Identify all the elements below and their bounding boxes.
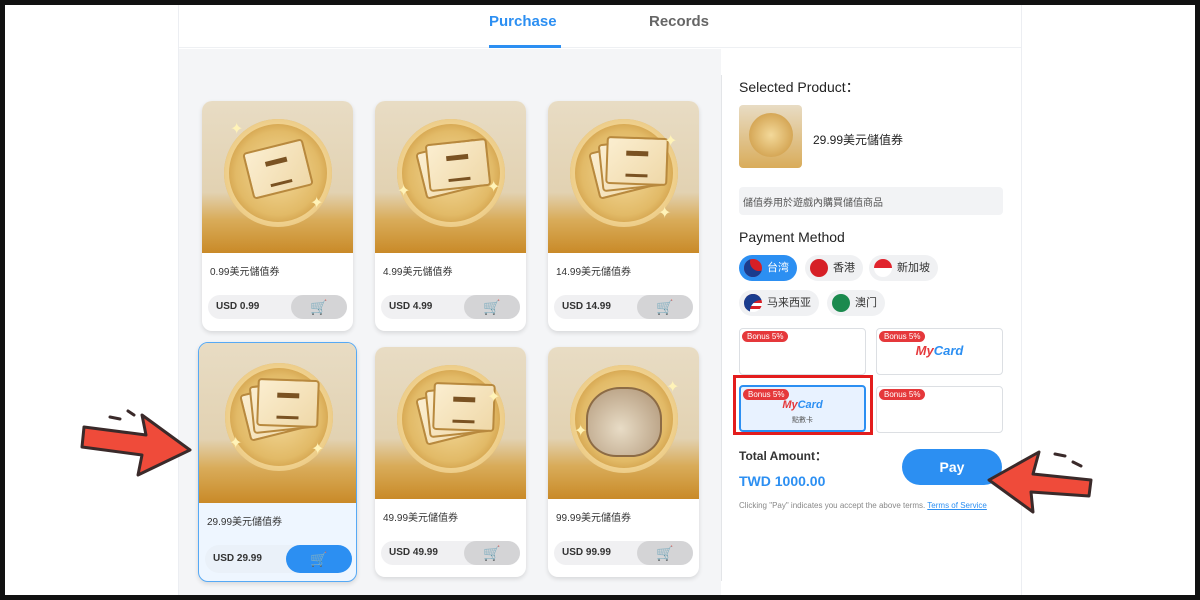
cart-plus-icon[interactable]: 🛒 <box>464 295 520 319</box>
region-label: 新加坡 <box>897 262 930 274</box>
bonus-badge: Bonus 5% <box>879 389 926 400</box>
payment-option[interactable]: Bonus 5% <box>739 328 866 375</box>
product-price: USD 99.99 <box>562 547 611 558</box>
region-label: 马来西亚 <box>767 297 811 309</box>
store-panel: Purchase Records ✦ ✦ 0.99美元儲值券 USD 0.99 🛒… <box>178 5 1022 597</box>
selected-product-title: Selected Product： <box>739 79 860 95</box>
selected-product-description: 儲值券用於遊戲內購買儲值商品 <box>739 187 1003 215</box>
price-bar: USD 99.99 🛒 <box>554 541 693 565</box>
payment-option-mycard[interactable]: Bonus 5% MyCard <box>876 328 1003 375</box>
price-bar: USD 29.99 🛒 <box>205 545 352 573</box>
active-tab-indicator <box>489 45 561 48</box>
product-grid: ✦ ✦ 0.99美元儲值券 USD 0.99 🛒 ✦ ✦ 4.99美元儲值券 USD… <box>179 49 721 597</box>
product-image: ✦ ✦ <box>202 101 353 253</box>
product-card[interactable]: ✦ ✦ 0.99美元儲值券 USD 0.99 🛒 <box>202 101 353 331</box>
cart-plus-icon[interactable]: 🛒 <box>286 545 352 573</box>
price-bar: USD 14.99 🛒 <box>554 295 693 319</box>
product-name: 0.99美元儲值券 <box>210 267 280 278</box>
price-bar: USD 49.99 🛒 <box>381 541 520 565</box>
taiwan-flag-icon <box>744 259 762 277</box>
price-bar: USD 4.99 🛒 <box>381 295 520 319</box>
product-name: 4.99美元儲值券 <box>383 267 453 278</box>
product-image: ✦ ✦ <box>375 101 526 253</box>
product-name: 29.99美元儲值券 <box>207 517 283 528</box>
bonus-badge: Bonus 5% <box>879 331 926 342</box>
macau-flag-icon <box>832 294 850 312</box>
cart-plus-icon[interactable]: 🛒 <box>291 295 347 319</box>
tab-bar: Purchase Records <box>179 5 1021 48</box>
product-card[interactable]: ✦ ✦ 99.99美元儲值券 USD 99.99 🛒 <box>548 347 699 577</box>
product-image: ✦ <box>375 347 526 499</box>
product-price: USD 0.99 <box>216 301 260 312</box>
singapore-flag-icon <box>874 259 892 277</box>
region-label: 澳门 <box>855 297 877 309</box>
selected-product-thumbnail <box>739 105 802 168</box>
terms-text: Clicking "Pay" indicates you accept the … <box>739 501 926 510</box>
product-image: ✦ ✦ <box>199 343 356 503</box>
product-card[interactable]: ✦ ✦ 14.99美元儲值券 USD 14.99 🛒 <box>548 101 699 331</box>
selected-product-name: 29.99美元儲值券 <box>813 133 904 147</box>
region-malaysia[interactable]: 马来西亚 <box>739 290 819 316</box>
product-name: 49.99美元儲值券 <box>383 513 459 524</box>
bonus-badge: Bonus 5% <box>742 331 789 342</box>
mycard-logo: MyCard <box>915 343 964 358</box>
product-price: USD 29.99 <box>213 553 262 564</box>
payment-option[interactable]: Bonus 5% <box>876 386 1003 433</box>
product-price: USD 14.99 <box>562 301 611 312</box>
hongkong-flag-icon <box>810 259 828 277</box>
total-amount-label: Total Amount： <box>739 449 827 463</box>
panel-divider <box>721 75 722 581</box>
product-name: 14.99美元儲值券 <box>556 267 632 278</box>
cart-plus-icon[interactable]: 🛒 <box>637 541 693 565</box>
product-card[interactable]: ✦ ✦ 4.99美元儲值券 USD 4.99 🛒 <box>375 101 526 331</box>
payment-option-mycard-points[interactable]: Bonus 5% MyCard 點數卡 <box>739 385 866 432</box>
region-hongkong[interactable]: 香港 <box>805 255 863 281</box>
product-card-selected[interactable]: ✦ ✦ 29.99美元儲值券 USD 29.99 🛒 <box>198 342 357 582</box>
product-price: USD 4.99 <box>389 301 433 312</box>
product-image: ✦ ✦ <box>548 101 699 253</box>
malaysia-flag-icon <box>744 294 762 312</box>
product-name: 99.99美元儲值券 <box>556 513 632 524</box>
pointer-arrow-icon <box>987 450 1093 514</box>
mycard-logo: MyCard <box>782 399 823 411</box>
cart-plus-icon[interactable]: 🛒 <box>637 295 693 319</box>
product-image: ✦ ✦ <box>548 347 699 499</box>
terms-of-service-link[interactable]: Terms of Service <box>927 501 987 510</box>
product-card[interactable]: ✦ 49.99美元儲值券 USD 49.99 🛒 <box>375 347 526 577</box>
price-bar: USD 0.99 🛒 <box>208 295 347 319</box>
cart-plus-icon[interactable]: 🛒 <box>464 541 520 565</box>
region-label: 香港 <box>833 262 855 274</box>
product-price: USD 49.99 <box>389 547 438 558</box>
mycard-sublabel: 點數卡 <box>792 417 813 424</box>
tab-records[interactable]: Records <box>649 13 709 30</box>
total-amount-value: TWD 1000.00 <box>739 473 826 489</box>
terms-notice: Clicking "Pay" indicates you accept the … <box>739 501 1009 511</box>
tab-purchase[interactable]: Purchase <box>489 13 557 30</box>
pointer-arrow-icon <box>80 409 192 477</box>
payment-method-title: Payment Method <box>739 229 845 245</box>
region-label: 台湾 <box>767 262 789 274</box>
region-macau[interactable]: 澳门 <box>827 290 885 316</box>
region-singapore[interactable]: 新加坡 <box>869 255 938 281</box>
region-taiwan[interactable]: 台湾 <box>739 255 797 281</box>
